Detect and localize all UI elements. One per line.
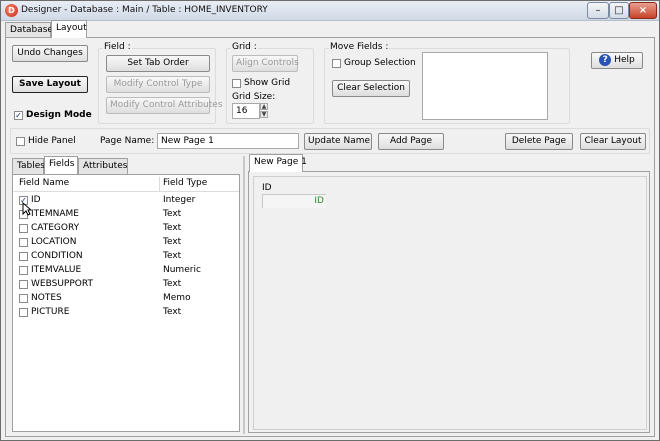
move-fields-title: Move Fields : [329, 42, 390, 52]
field-checkbox[interactable] [19, 238, 28, 247]
page-name-input[interactable]: New Page 1 [157, 133, 299, 149]
field-type: Memo [163, 293, 191, 303]
maximize-button[interactable]: □ [609, 2, 629, 19]
close-button[interactable]: × [629, 2, 657, 19]
field-type: Text [163, 209, 182, 219]
layout-panel: Undo Changes Save Layout ✓ Design Mode F… [5, 37, 655, 437]
field-name-column-header[interactable]: Field Name [19, 178, 69, 188]
table-row[interactable]: WEBSUPPORT Text [13, 278, 239, 292]
add-page-button[interactable]: Add Page [378, 133, 444, 150]
design-mode-label: Design Mode [26, 110, 92, 120]
align-controls-button[interactable]: Align Controls [232, 55, 299, 72]
modify-control-type-button[interactable]: Modify Control Type [106, 76, 210, 93]
tab-database[interactable]: Database [5, 22, 53, 38]
design-canvas[interactable]: ID ID [253, 176, 647, 430]
set-tab-order-button[interactable]: Set Tab Order [106, 55, 210, 72]
table-row[interactable]: CATEGORY Text [13, 222, 239, 236]
field-group-title: Field : [103, 42, 132, 52]
field-name: NOTES [31, 293, 62, 303]
help-icon: ? [599, 53, 612, 66]
grid-size-label: Grid Size: [232, 92, 276, 102]
designer-window: D Designer - Database : Main / Table : H… [0, 0, 660, 441]
grid-size-input[interactable]: 16 [232, 103, 260, 119]
show-grid-checkbox[interactable] [232, 79, 241, 88]
clear-layout-button[interactable]: Clear Layout [580, 133, 646, 150]
modify-control-attributes-button[interactable]: Modify Control Attributes [106, 97, 223, 114]
save-layout-button[interactable]: Save Layout [12, 76, 88, 93]
id-field-value: ID [314, 196, 324, 206]
field-name: PICTURE [31, 307, 70, 317]
grid-size-decrement-icon[interactable]: ▼ [260, 111, 268, 118]
field-name: ID [31, 195, 41, 205]
field-name: LOCATION [31, 237, 77, 247]
field-checkbox[interactable] [19, 308, 28, 317]
field-name: WEBSUPPORT [31, 279, 93, 289]
panel-splitter[interactable] [243, 156, 245, 434]
group-selection-checkbox[interactable] [332, 59, 341, 68]
table-row[interactable]: NOTES Memo [13, 292, 239, 306]
field-type: Text [163, 223, 182, 233]
hide-panel-label: Hide Panel [28, 136, 76, 146]
field-type-column-header[interactable]: Field Type [163, 178, 207, 188]
table-row[interactable]: CONDITION Text [13, 250, 239, 264]
table-row[interactable]: ITEMNAME Text [13, 208, 239, 222]
tab-tables[interactable]: Tables [12, 158, 45, 174]
field-checkbox[interactable] [19, 252, 28, 261]
tab-layout[interactable]: Layout [51, 20, 87, 38]
id-field-control[interactable]: ID [262, 194, 326, 208]
table-row[interactable]: LOCATION Text [13, 236, 239, 250]
hide-panel-checkbox[interactable] [16, 137, 25, 146]
group-selection-label: Group Selection [344, 58, 416, 68]
undo-changes-button[interactable]: Undo Changes [12, 45, 88, 62]
field-name: CONDITION [31, 251, 83, 261]
grid-group-title: Grid : [231, 42, 258, 52]
field-checkbox[interactable] [19, 294, 28, 303]
field-type: Text [163, 307, 182, 317]
window-title: Designer - Database : Main / Table : HOM… [21, 5, 268, 15]
minimize-button[interactable]: – [587, 2, 609, 19]
field-type: Integer [163, 195, 196, 205]
table-row[interactable]: PICTURE Text [13, 306, 239, 320]
move-fields-listbox[interactable] [422, 52, 548, 120]
field-type: Text [163, 251, 182, 261]
clear-selection-button[interactable]: Clear Selection [332, 80, 410, 97]
help-button[interactable]: ? Help [591, 52, 643, 69]
tab-new-page-1[interactable]: New Page 1 [249, 154, 307, 172]
tab-attributes[interactable]: Attributes [78, 158, 128, 174]
design-surface[interactable]: ID ID [248, 171, 650, 433]
field-type: Numeric [163, 265, 201, 275]
field-type: Text [163, 237, 182, 247]
tab-fields[interactable]: Fields [44, 156, 78, 174]
table-row[interactable]: ✓ ID Integer [13, 194, 239, 208]
update-name-button[interactable]: Update Name [304, 133, 372, 150]
id-field-label[interactable]: ID [262, 183, 272, 193]
app-logo-icon: D [5, 4, 18, 17]
field-name: ITEMVALUE [31, 265, 82, 275]
field-type: Text [163, 279, 182, 289]
mouse-cursor-icon [22, 202, 32, 216]
table-row[interactable]: ITEMVALUE Numeric [13, 264, 239, 278]
field-checkbox[interactable] [19, 266, 28, 275]
page-name-label: Page Name: [100, 136, 155, 146]
title-bar[interactable]: D Designer - Database : Main / Table : H… [1, 1, 659, 21]
field-checkbox[interactable] [19, 224, 28, 233]
column-divider [159, 177, 160, 192]
field-name: CATEGORY [31, 223, 80, 233]
show-grid-label: Show Grid [244, 78, 291, 88]
delete-page-button[interactable]: Delete Page [505, 133, 573, 150]
fields-table-header: Field Name Field Type [13, 177, 239, 192]
fields-list: Field Name Field Type ✓ ID Integer ITEMN… [12, 174, 240, 432]
field-name: ITEMNAME [31, 209, 79, 219]
field-checkbox[interactable] [19, 280, 28, 289]
grid-size-increment-icon[interactable]: ▲ [260, 103, 268, 110]
help-button-label: Help [614, 55, 635, 65]
design-mode-checkbox[interactable]: ✓ [14, 111, 23, 120]
